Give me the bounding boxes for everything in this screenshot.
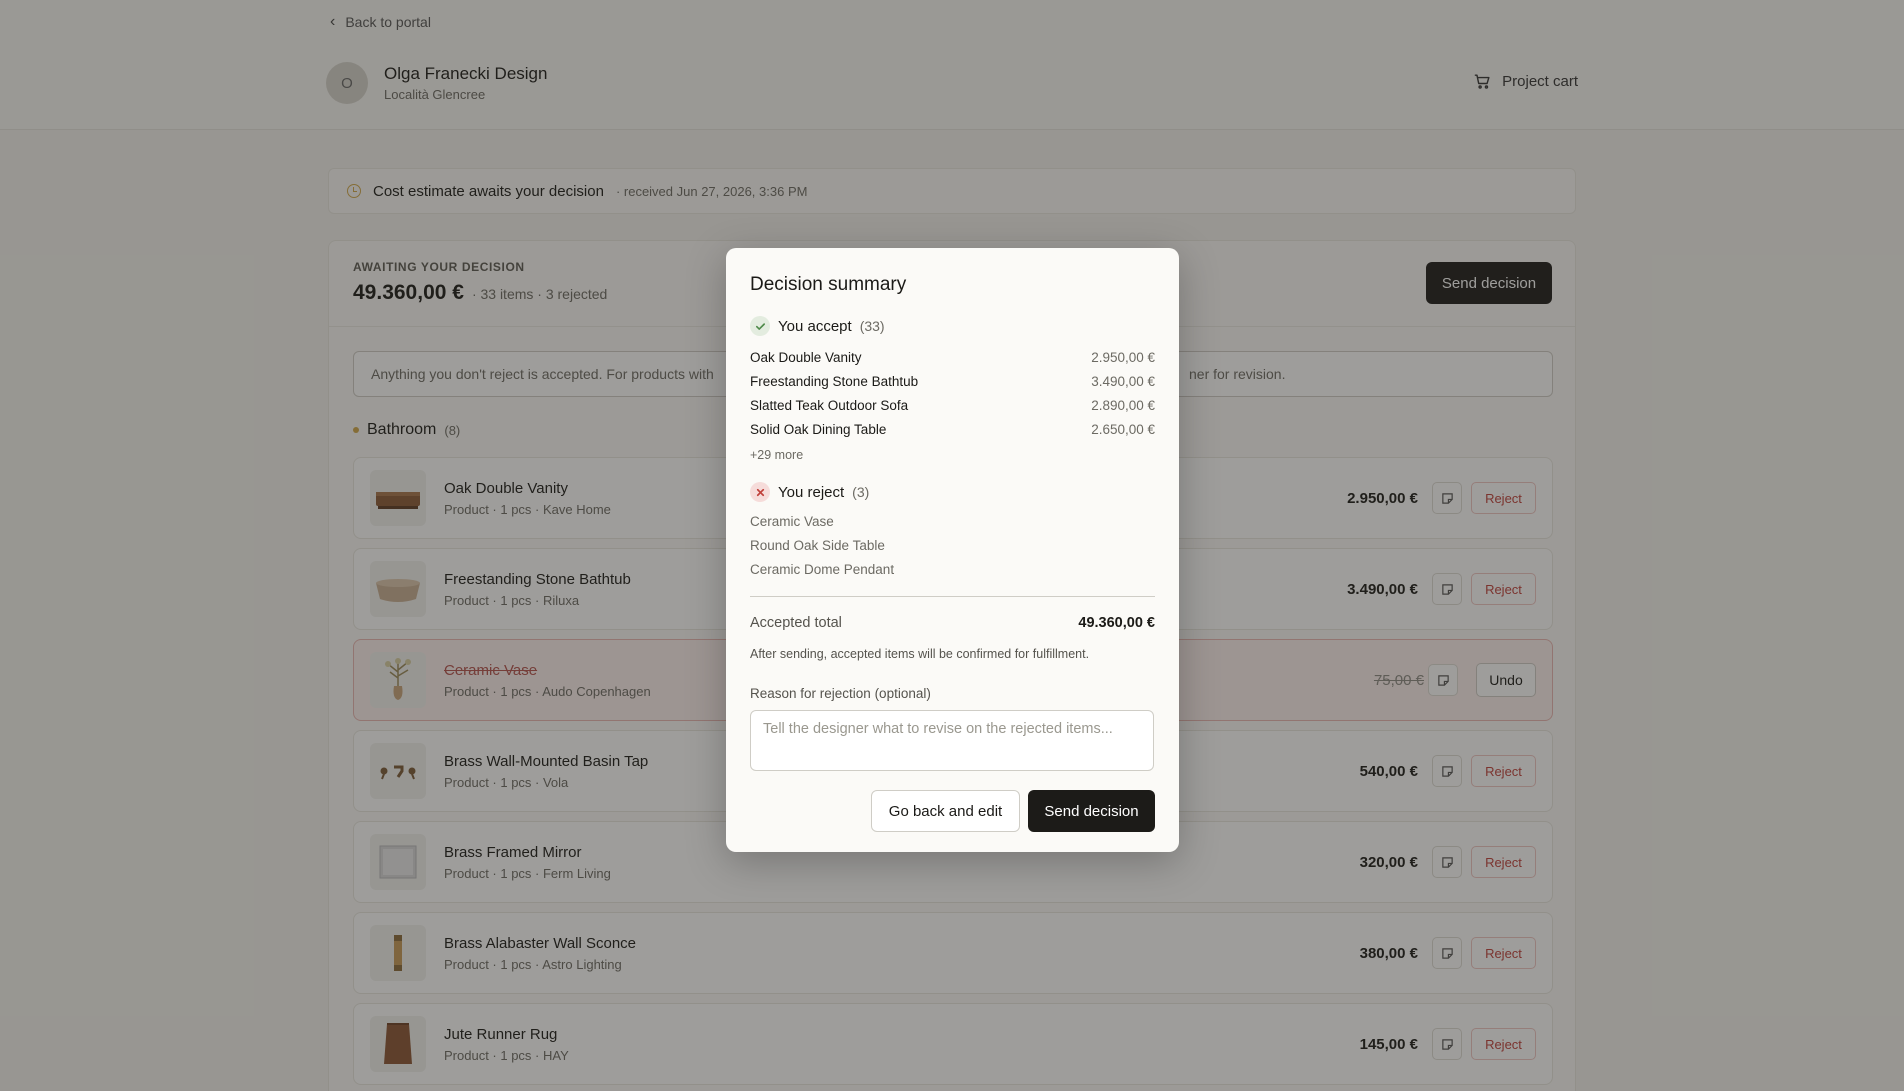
accepted-item-name: Solid Oak Dining Table bbox=[750, 422, 887, 437]
accepted-item-name: Slatted Teak Outdoor Sofa bbox=[750, 398, 909, 413]
after-send-note: After sending, accepted items will be co… bbox=[750, 647, 1090, 661]
accepted-item-name: Freestanding Stone Bathtub bbox=[750, 374, 919, 389]
list-item: Slatted Teak Outdoor Sofa 2.890,00 € bbox=[750, 394, 1155, 418]
close-icon bbox=[750, 482, 770, 502]
list-item: Oak Double Vanity 2.950,00 € bbox=[750, 346, 1155, 370]
accepted-item-name: Oak Double Vanity bbox=[750, 350, 862, 365]
page: ‹ Back to portal O Olga Franecki Design … bbox=[0, 0, 1904, 1091]
reject-count: (3) bbox=[852, 484, 870, 500]
accepted-total-label: Accepted total bbox=[750, 615, 842, 631]
modal-title: Decision summary bbox=[750, 274, 907, 295]
reject-group-header: You reject (3) bbox=[750, 482, 1155, 502]
go-back-button[interactable]: Go back and edit bbox=[871, 790, 1020, 832]
accept-count: (33) bbox=[859, 318, 885, 334]
reason-label: Reason for rejection (optional) bbox=[750, 686, 931, 701]
accepted-item-price: 3.490,00 € bbox=[1091, 374, 1155, 389]
divider bbox=[750, 596, 1155, 597]
list-item: Solid Oak Dining Table 2.650,00 € bbox=[750, 418, 1155, 442]
accepted-item-price: 2.650,00 € bbox=[1091, 422, 1155, 437]
accepted-total-value: 49.360,00 € bbox=[1078, 615, 1155, 631]
accepted-total: Accepted total 49.360,00 € bbox=[750, 615, 1155, 631]
list-item: Ceramic Dome Pendant bbox=[750, 562, 895, 577]
reason-input[interactable] bbox=[750, 710, 1154, 771]
more-link[interactable]: +29 more bbox=[750, 448, 1155, 462]
modal-actions: Go back and edit Send decision bbox=[871, 790, 1155, 832]
accepted-list: Oak Double Vanity 2.950,00 € Freestanding … bbox=[750, 346, 1155, 442]
list-item: Ceramic Vase bbox=[750, 514, 834, 529]
list-item: Round Oak Side Table bbox=[750, 538, 885, 553]
accepted-item-price: 2.950,00 € bbox=[1091, 350, 1155, 365]
accept-group-header: You accept (33) bbox=[750, 316, 1155, 336]
list-item: Freestanding Stone Bathtub 3.490,00 € bbox=[750, 370, 1155, 394]
check-icon bbox=[750, 316, 770, 336]
accept-label: You accept bbox=[778, 317, 852, 335]
reject-label: You reject bbox=[778, 483, 845, 501]
modal-send-decision-button[interactable]: Send decision bbox=[1028, 790, 1155, 832]
accepted-item-price: 2.890,00 € bbox=[1091, 398, 1155, 413]
decision-summary-modal: Decision summary You accept (33) Oak Dou… bbox=[726, 248, 1179, 852]
rejected-list: Ceramic Vase Round Oak Side Table Ceramic … bbox=[750, 510, 1155, 582]
